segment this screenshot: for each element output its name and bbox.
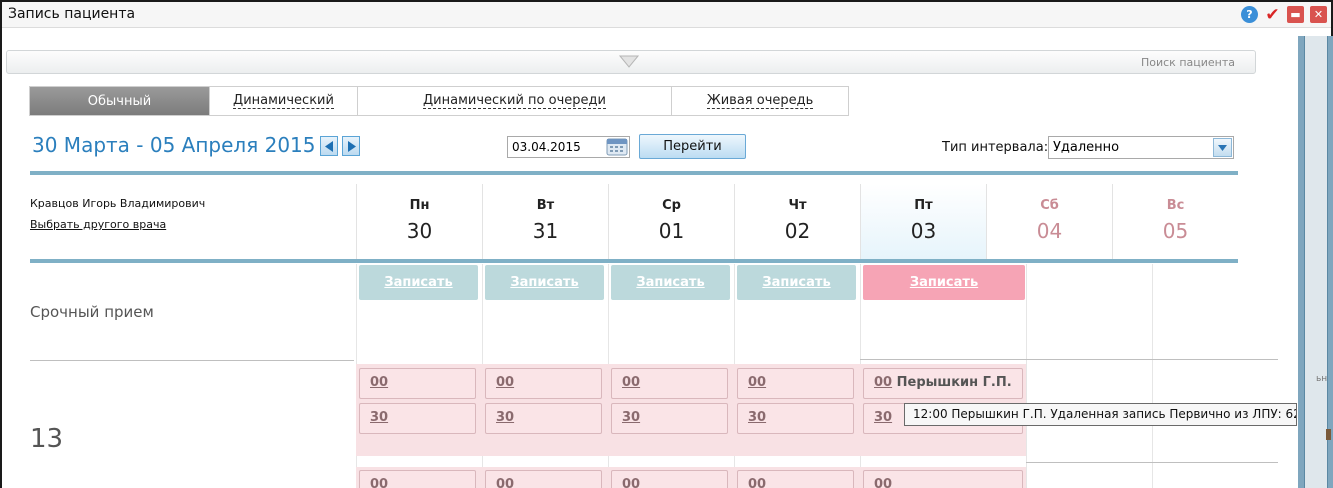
right-panel-edge: ьн xyxy=(1298,36,1333,488)
window-title: Запись пациента xyxy=(8,6,136,22)
tab-regular[interactable]: Обычный xyxy=(30,87,210,115)
edge-fragment: ьн xyxy=(1316,374,1328,384)
time-slot[interactable]: 00 xyxy=(359,470,476,488)
next-week-button[interactable] xyxy=(342,136,360,156)
scrollbar-track[interactable] xyxy=(1304,36,1328,488)
interval-type-label: Тип интервала: xyxy=(942,140,1049,155)
day-column xyxy=(1026,264,1152,488)
hour-label: 13 xyxy=(30,424,64,454)
change-doctor-link[interactable]: Выбрать другого врача xyxy=(30,218,166,231)
book-button-wed[interactable]: Записать xyxy=(611,265,730,300)
time-slot[interactable]: 30 xyxy=(737,403,854,434)
patient-name: Перышкин Г.П. xyxy=(896,375,1012,390)
time-slot[interactable]: 30 xyxy=(359,403,476,434)
window-controls: ? ✔ ▬ ✕ xyxy=(1241,5,1327,25)
book-button-mon[interactable]: Записать xyxy=(359,265,478,300)
title-bar: Запись пациента ? ✔ ▬ ✕ xyxy=(2,2,1331,28)
doctor-name: Кравцов Игорь Владимирович xyxy=(30,197,206,210)
search-patient-link[interactable]: Поиск пациента xyxy=(1141,56,1235,69)
book-button-thu[interactable]: Записать xyxy=(737,265,856,300)
day-header-sun: Вс 05 xyxy=(1112,184,1238,260)
arrow-left-icon xyxy=(324,140,333,152)
patient-booking-window: Запись пациента ? ✔ ▬ ✕ ьн Поиск пациент… xyxy=(0,0,1333,488)
help-icon[interactable]: ? xyxy=(1241,6,1258,23)
booked-time-slot[interactable]: 00 Перышкин Г.П. xyxy=(863,368,1023,399)
book-button-fri[interactable]: Записать xyxy=(863,265,1025,300)
time-slot[interactable]: 00 xyxy=(485,470,602,488)
urgent-appointments-label: Срочный прием xyxy=(30,303,154,321)
interval-type-select[interactable]: Удаленно xyxy=(1048,136,1234,159)
booking-mode-tabs: Обычный Динамический Динамический по оче… xyxy=(29,86,849,116)
time-slot[interactable]: 30 xyxy=(485,403,602,434)
tab-dynamic[interactable]: Динамический xyxy=(210,87,358,115)
day-header-sat: Сб 04 xyxy=(986,184,1112,260)
day-header-tue: Вт 31 xyxy=(482,184,608,260)
slot-tooltip: 12:00 Перышкин Г.П. Удаленная запись Пер… xyxy=(904,403,1297,426)
collapse-bar[interactable]: Поиск пациента xyxy=(6,50,1256,74)
time-slot[interactable]: 00 xyxy=(863,470,1023,488)
book-button-tue[interactable]: Записать xyxy=(485,265,604,300)
day-header-fri: Пт 03 xyxy=(860,184,986,260)
check-icon[interactable]: ✔ xyxy=(1264,5,1281,25)
close-icon[interactable]: ✕ xyxy=(1310,6,1327,23)
edge-marker xyxy=(1326,429,1331,440)
time-slot[interactable]: 00 xyxy=(359,368,476,399)
interval-type-value: Удаленно xyxy=(1053,140,1120,155)
chevron-down-icon xyxy=(1218,144,1227,151)
time-slot[interactable]: 30 xyxy=(611,403,728,434)
chevron-down-icon[interactable] xyxy=(619,55,639,69)
time-slot[interactable]: 00 xyxy=(611,470,728,488)
minimize-icon[interactable]: ▬ xyxy=(1287,6,1304,23)
date-range-title: 30 Марта - 05 Апреля 2015 xyxy=(32,133,316,157)
day-header-mon: Пн 30 xyxy=(356,184,482,260)
go-button[interactable]: Перейти xyxy=(639,134,746,159)
time-slot[interactable]: 00 xyxy=(611,368,728,399)
time-slot[interactable]: 00 xyxy=(737,368,854,399)
calendar-icon[interactable] xyxy=(606,138,628,156)
time-slot[interactable]: 00 xyxy=(737,470,854,488)
dropdown-button[interactable] xyxy=(1213,138,1232,157)
header-divider xyxy=(30,171,1238,175)
day-header-wed: Ср 01 xyxy=(608,184,734,260)
tab-live-queue[interactable]: Живая очередь xyxy=(672,87,848,115)
time-slot[interactable]: 00 xyxy=(485,368,602,399)
arrow-right-icon xyxy=(347,140,356,152)
week-days-header: Пн 30 Вт 31 Ср 01 Чт 02 Пт 03 Сб 04 Вс 05 xyxy=(356,184,1238,260)
day-column xyxy=(1152,264,1278,488)
prev-week-button[interactable] xyxy=(320,136,338,156)
days-divider xyxy=(30,259,1238,263)
row-separator xyxy=(30,360,354,361)
row-separator xyxy=(1026,462,1278,463)
tab-dynamic-queue[interactable]: Динамический по очереди xyxy=(358,87,672,115)
row-separator xyxy=(860,359,1278,360)
day-header-thu: Чт 02 xyxy=(734,184,860,260)
